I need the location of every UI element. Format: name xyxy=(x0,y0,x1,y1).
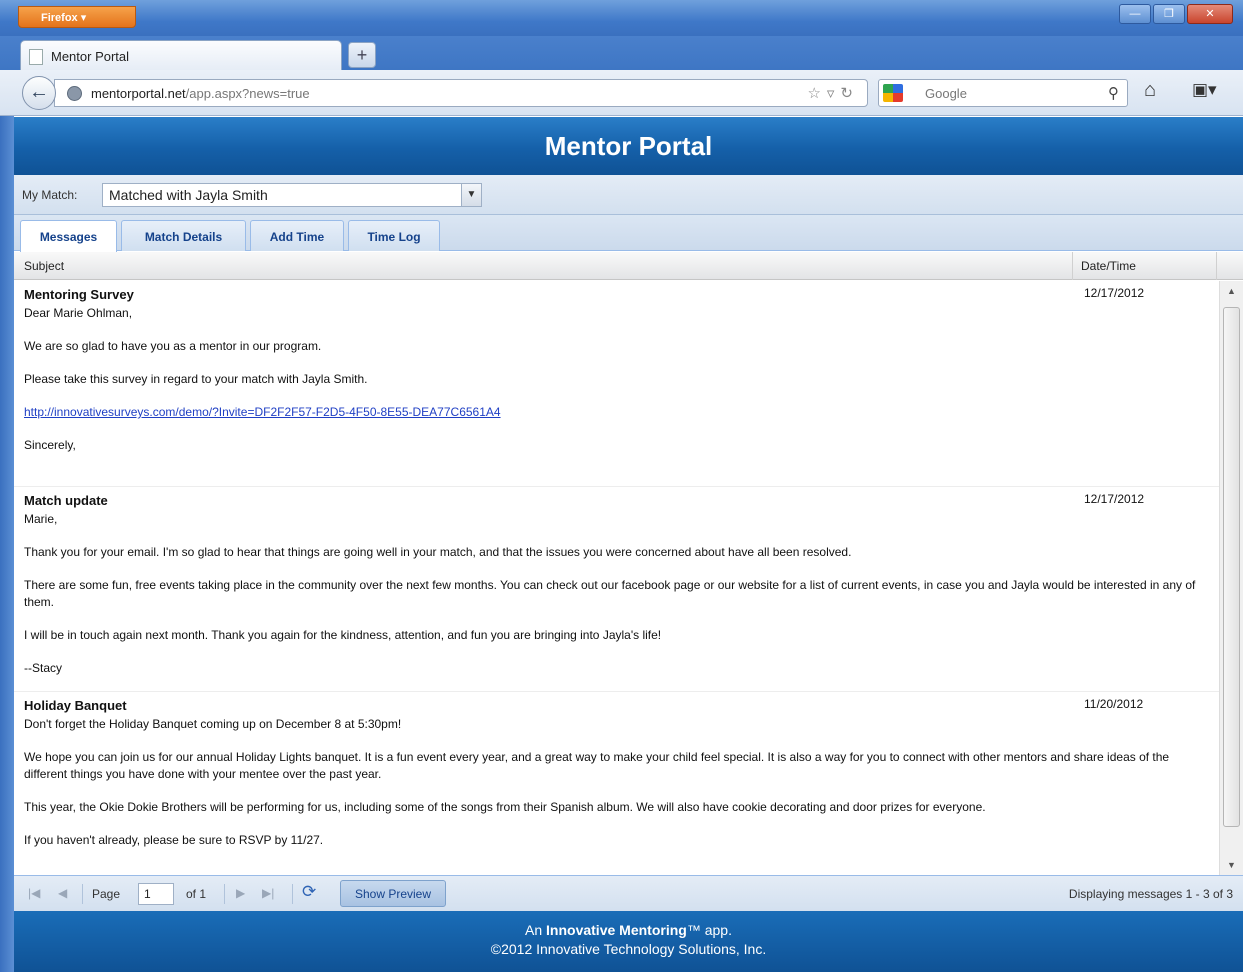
tab-add-time[interactable]: Add Time xyxy=(250,220,344,251)
browser-tabstrip: Mentor Portal + xyxy=(0,36,1243,70)
page-count-label: of 1 xyxy=(186,887,207,901)
message-subject: Match update xyxy=(24,493,108,508)
first-page-icon[interactable]: |◀ xyxy=(28,886,40,900)
window-titlebar: Firefox ▾ — ❐ ✕ xyxy=(0,0,1243,36)
footer-brand: Innovative Mentoring xyxy=(546,922,687,938)
message-row[interactable]: Match update 12/17/2012 Marie, Thank you… xyxy=(14,487,1219,692)
footer-copyright: ©2012 Innovative Technology Solutions, I… xyxy=(490,941,767,957)
back-button[interactable]: ← xyxy=(22,76,56,110)
search-icon[interactable]: ⚲ xyxy=(1108,84,1119,102)
message-date: 12/17/2012 xyxy=(1084,286,1145,300)
message-line: Thank you for your email. I'm so glad to… xyxy=(24,545,852,559)
message-row[interactable]: Holiday Banquet 11/20/2012 Don't forget … xyxy=(14,692,1219,875)
scroll-thumb[interactable] xyxy=(1223,307,1240,827)
message-line: Please take this survey in regard to you… xyxy=(24,372,368,386)
message-line: Don't forget the Holiday Banquet coming … xyxy=(24,717,402,731)
home-icon[interactable]: ⌂ xyxy=(1144,79,1156,102)
match-label: My Match: xyxy=(22,188,78,202)
message-line: Marie, xyxy=(24,512,58,526)
message-line: We are so glad to have you as a mentor i… xyxy=(24,339,322,353)
toolbar-separator xyxy=(224,884,225,904)
message-line: This year, the Okie Dokie Brothers will … xyxy=(24,800,986,814)
message-line: --Stacy xyxy=(24,661,63,675)
app-tab-row: Messages Match Details Add Time Time Log xyxy=(14,215,1243,252)
bookmark-star-icon[interactable]: ☆▿↻ xyxy=(807,84,859,102)
app-title: Mentor Portal xyxy=(14,117,1243,175)
match-selector-row: My Match: Matched with Jayla Smith ▼ xyxy=(14,175,1243,215)
tab-time-log[interactable]: Time Log xyxy=(348,220,440,251)
message-line: Sincerely, xyxy=(24,438,76,452)
message-line: Dear Marie Ohlman, xyxy=(24,306,133,320)
paging-toolbar: |◀ ◀ Page 1 of 1 ▶ ▶| ⟳ Show Preview Dis… xyxy=(14,875,1243,911)
url-bar[interactable]: mentorportal.net/app.aspx?news=true ☆▿↻ xyxy=(54,79,868,107)
browser-menu-icon[interactable]: ▣▾ xyxy=(1192,80,1217,100)
google-engine-icon[interactable] xyxy=(883,84,903,102)
message-row[interactable]: Mentoring Survey 12/17/2012 Dear Marie O… xyxy=(14,281,1219,487)
message-date: 11/20/2012 xyxy=(1084,697,1144,711)
chevron-down-icon[interactable]: ▼ xyxy=(461,184,481,206)
grid-scrollbar[interactable]: ▲ ▼ xyxy=(1219,281,1243,875)
refresh-icon[interactable]: ⟳ xyxy=(302,882,316,902)
column-header-subject[interactable]: Subject xyxy=(24,259,64,273)
message-line: If you haven't already, please be sure t… xyxy=(24,833,324,847)
tab-match-details[interactable]: Match Details xyxy=(121,220,246,251)
next-page-icon[interactable]: ▶ xyxy=(236,886,245,900)
message-subject: Mentoring Survey xyxy=(24,287,134,302)
browser-tab-mentor-portal[interactable]: Mentor Portal xyxy=(20,40,342,70)
message-subject: Holiday Banquet xyxy=(24,698,127,713)
survey-link[interactable]: http://innovativesurveys.com/demo/?Invit… xyxy=(24,404,1209,421)
page-favicon-icon xyxy=(29,49,43,65)
page-number-input[interactable]: 1 xyxy=(138,883,174,905)
maximize-button[interactable]: ❐ xyxy=(1153,4,1185,24)
tab-messages[interactable]: Messages xyxy=(20,220,117,252)
message-line: We hope you can join us for our annual H… xyxy=(24,750,1170,781)
window-controls: — ❐ ✕ xyxy=(1119,4,1233,24)
firefox-menu-button[interactable]: Firefox ▾ xyxy=(18,6,136,28)
browser-tab-title: Mentor Portal xyxy=(51,49,130,64)
search-placeholder: Google xyxy=(925,86,967,101)
message-line: I will be in touch again next month. Tha… xyxy=(24,628,662,642)
messages-grid: Mentoring Survey 12/17/2012 Dear Marie O… xyxy=(14,281,1219,875)
scroll-up-icon[interactable]: ▲ xyxy=(1220,281,1243,301)
grid-header: Subject Date/Time xyxy=(14,252,1243,280)
close-window-button[interactable]: ✕ xyxy=(1187,4,1233,24)
paging-display-info: Displaying messages 1 - 3 of 3 xyxy=(1068,887,1233,901)
column-header-spacer xyxy=(1216,252,1243,280)
toolbar-separator xyxy=(292,884,293,904)
scroll-down-icon[interactable]: ▼ xyxy=(1220,855,1243,875)
column-header-date[interactable]: Date/Time xyxy=(1072,252,1216,280)
match-select[interactable]: Matched with Jayla Smith ▼ xyxy=(102,183,482,207)
window-edge xyxy=(0,116,14,972)
minimize-button[interactable]: — xyxy=(1119,4,1151,24)
new-tab-button[interactable]: + xyxy=(348,42,376,68)
page-label: Page xyxy=(92,887,121,901)
browser-navbar: mentorportal.net/app.aspx?news=true ☆▿↻ … xyxy=(0,70,1243,116)
toolbar-separator xyxy=(82,884,83,904)
message-date: 12/17/2012 xyxy=(1084,492,1145,506)
last-page-icon[interactable]: ▶| xyxy=(262,886,274,900)
footer-line-1: An Innovative Mentoring™ app. xyxy=(525,922,732,938)
message-line: There are some fun, free events taking p… xyxy=(24,578,1196,609)
url-text[interactable]: mentorportal.net/app.aspx?news=true xyxy=(91,86,310,101)
app-footer: An Innovative Mentoring™ app. ©2012 Inno… xyxy=(14,911,1243,972)
show-preview-button[interactable]: Show Preview xyxy=(340,880,446,907)
search-bar[interactable]: Google ⚲ xyxy=(878,79,1128,107)
site-identity-icon[interactable] xyxy=(67,86,82,101)
match-select-value: Matched with Jayla Smith xyxy=(109,187,268,203)
previous-page-icon[interactable]: ◀ xyxy=(58,886,67,900)
